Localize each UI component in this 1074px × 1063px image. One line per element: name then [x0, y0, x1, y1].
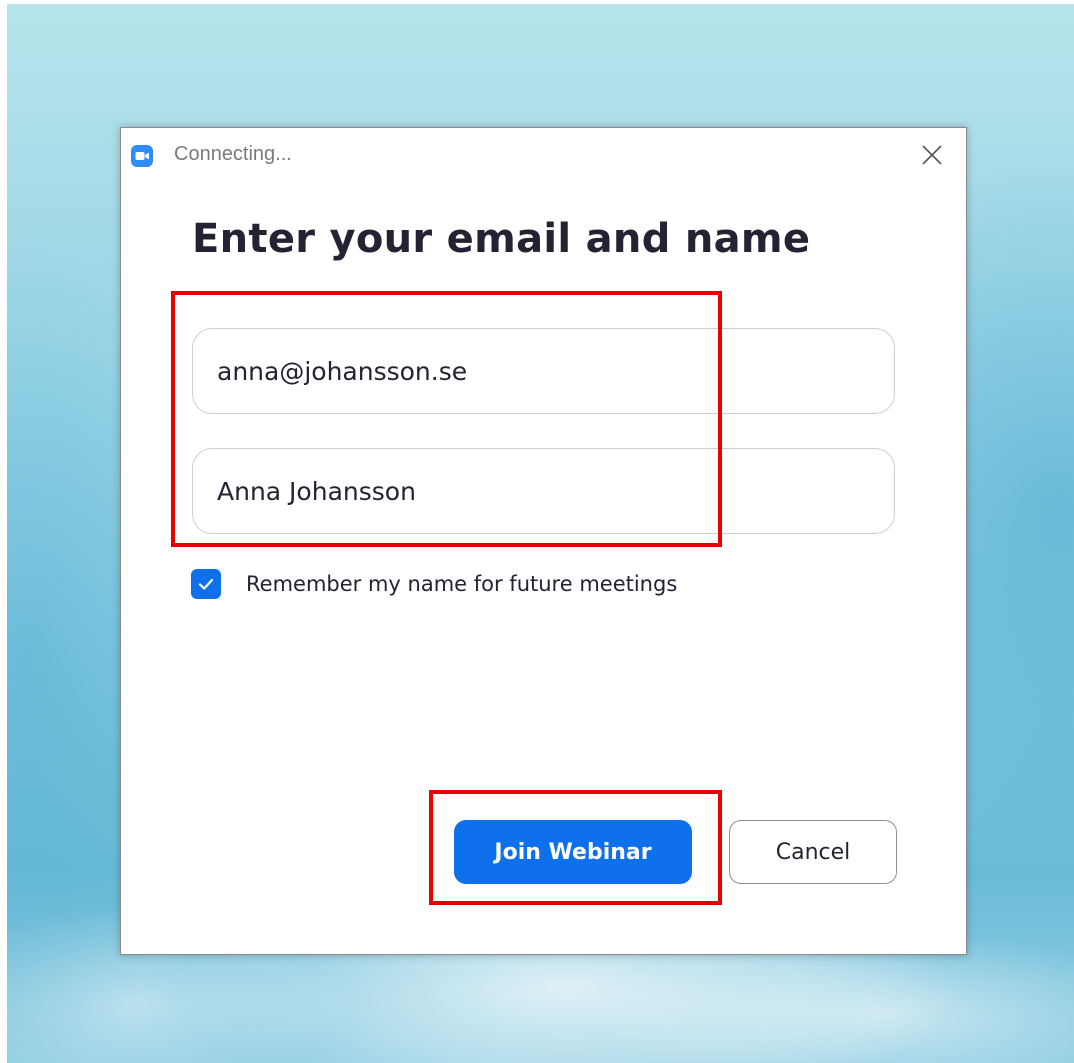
title-bar: Connecting...: [121, 128, 966, 184]
remember-name-option: Remember my name for future meetings: [191, 567, 677, 601]
window-title: Connecting...: [174, 143, 292, 165]
join-webinar-button[interactable]: Join Webinar: [454, 820, 692, 884]
email-input[interactable]: [217, 329, 857, 413]
checkmark-icon: [198, 578, 214, 590]
remember-name-checkbox[interactable]: [191, 569, 221, 599]
email-field: [192, 328, 895, 414]
page-title: Enter your email and name: [192, 216, 811, 262]
cancel-button[interactable]: Cancel: [729, 820, 897, 884]
close-icon[interactable]: [919, 142, 945, 168]
zoom-camera-icon: [131, 145, 153, 167]
join-dialog: Connecting... Enter your email and name …: [120, 127, 967, 955]
name-input[interactable]: [217, 449, 857, 533]
name-field: [192, 448, 895, 534]
remember-name-label[interactable]: Remember my name for future meetings: [246, 572, 677, 596]
